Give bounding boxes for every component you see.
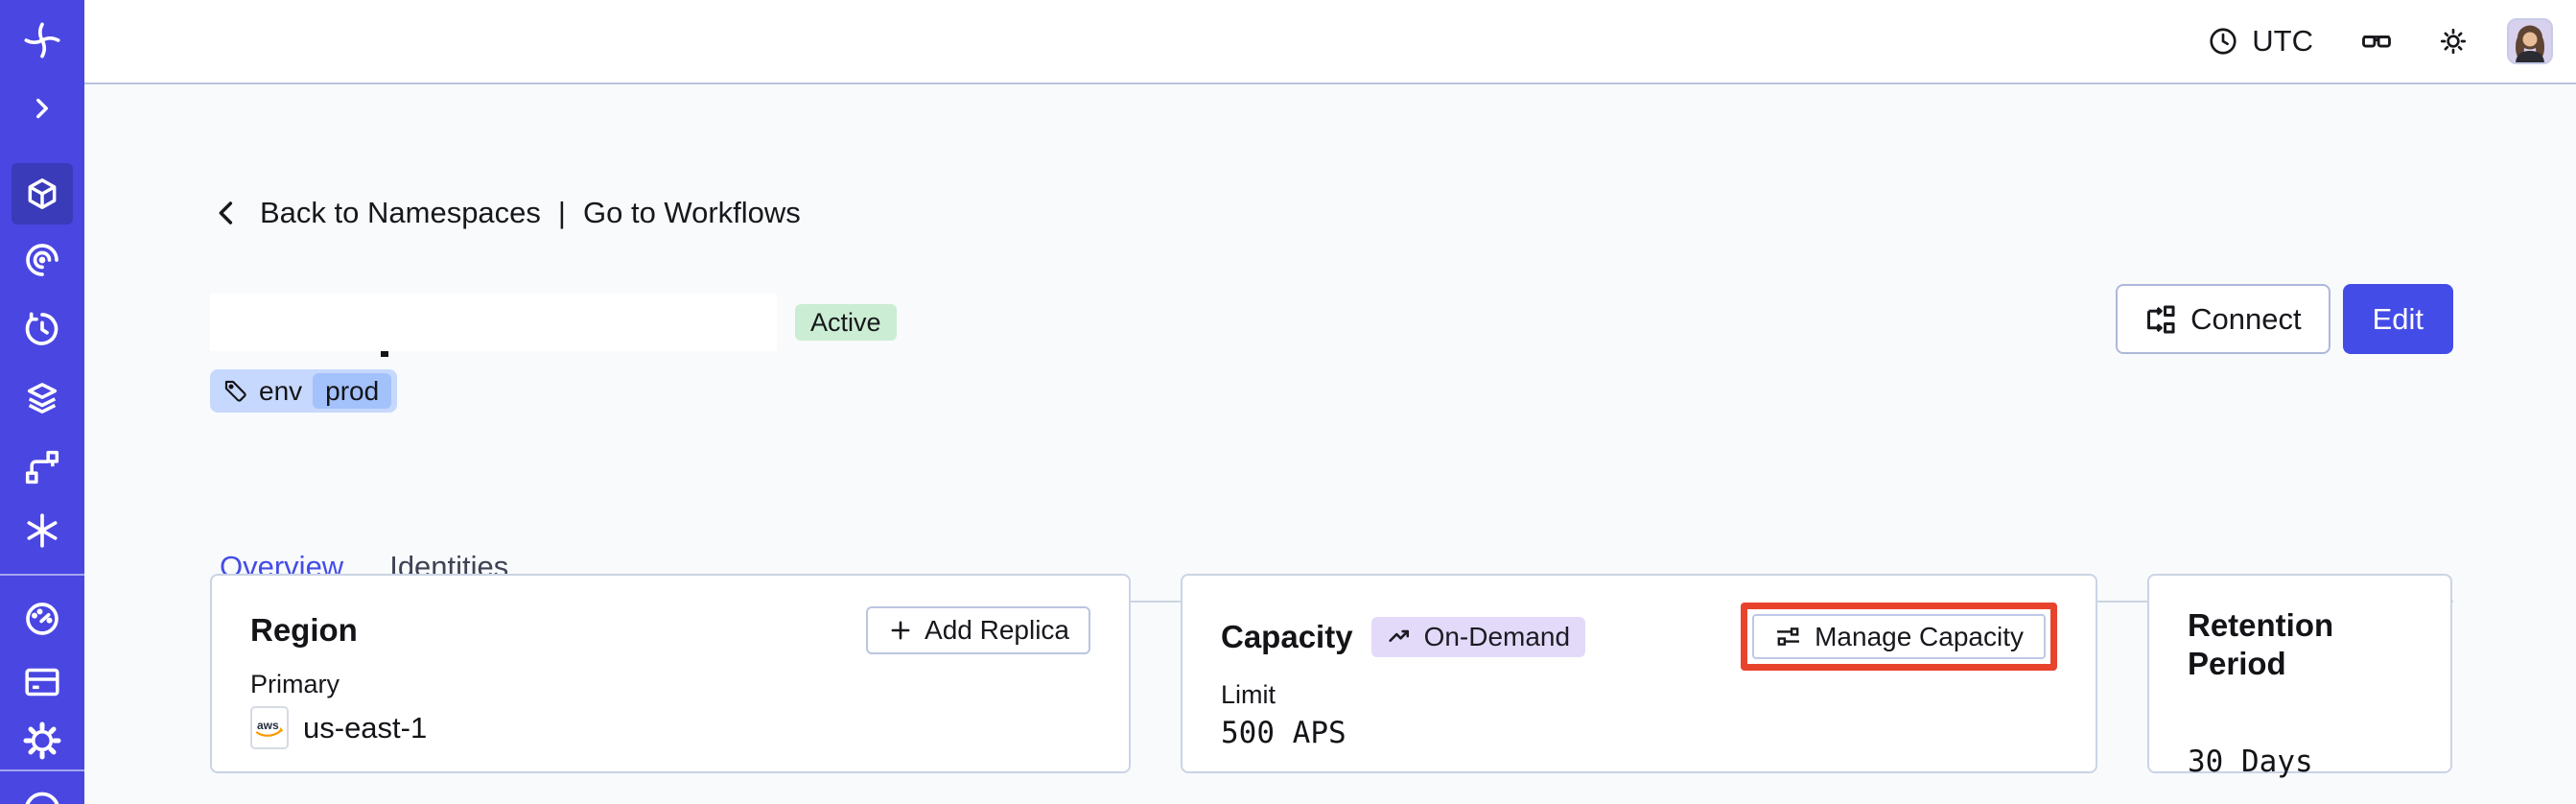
sidebar-item-namespaces[interactable]: [12, 163, 73, 225]
sidebar-item-batch-operations[interactable]: [0, 511, 84, 550]
expand-icon[interactable]: [0, 92, 84, 125]
aws-logo-text: aws: [257, 719, 279, 732]
clock-icon: [2210, 28, 2236, 55]
breadcrumb-back-link[interactable]: Back to Namespaces: [260, 196, 541, 230]
usage-icon: [26, 603, 59, 635]
batch-operations-icon: [27, 513, 58, 548]
edit-button[interactable]: Edit: [2342, 284, 2453, 354]
primary-label: Primary: [250, 670, 340, 698]
on-demand-badge: On-Demand: [1370, 616, 1586, 657]
connect-icon: [2147, 304, 2175, 334]
primary-region-row: aws us-east-1: [250, 706, 1090, 749]
namespace-title-row: Active: [210, 294, 897, 351]
manage-capacity-highlight: Manage Capacity: [1741, 603, 2057, 671]
labs-glasses-icon[interactable]: [2359, 24, 2394, 59]
sidebar-item-deployments[interactable]: [0, 379, 84, 417]
user-avatar[interactable]: [2507, 18, 2553, 64]
page-container: Back to Namespaces | Go to Workflows Act…: [210, 84, 2453, 804]
add-replica-label: Add Replica: [925, 615, 1069, 645]
breadcrumb-separator: |: [557, 196, 566, 229]
region-value: us-east-1: [303, 710, 428, 745]
sidebar: [0, 0, 84, 804]
top-bar: UTC: [84, 0, 2576, 84]
region-card: Region Add Replica Primary aws us-east-1: [210, 574, 1131, 773]
back-chevron-icon[interactable]: [212, 198, 243, 228]
schedules-icon: [25, 312, 59, 345]
sidebar-item-workflows[interactable]: [0, 241, 84, 279]
retention-card: Retention Period 30 Days: [2147, 574, 2452, 779]
sidebar-item-profile[interactable]: [0, 789, 84, 804]
retention-value: 30 Days: [2188, 745, 2313, 779]
manage-capacity-label: Manage Capacity: [1815, 621, 2024, 651]
tags-row: env prod: [210, 369, 398, 413]
sidebar-divider: [0, 769, 84, 771]
nexus-icon: [25, 450, 59, 485]
plus-icon: [891, 621, 910, 640]
profile-icon: [25, 792, 59, 804]
edit-button-label: Edit: [2372, 301, 2424, 336]
tag-chip-env-prod: env prod: [210, 369, 398, 413]
light-theme-icon[interactable]: [2438, 26, 2469, 57]
aws-provider-icon: aws: [250, 706, 289, 749]
sidebar-divider: [0, 574, 84, 576]
status-badge: Active: [795, 304, 897, 341]
sidebar-item-billing[interactable]: [0, 663, 84, 701]
add-replica-button[interactable]: Add Replica: [866, 606, 1090, 654]
tag-value: prod: [313, 373, 392, 409]
timezone-label: UTC: [2252, 24, 2313, 58]
billing-icon: [25, 668, 59, 697]
sidebar-item-nexus[interactable]: [0, 448, 84, 486]
main-content: Back to Namespaces | Go to Workflows Act…: [84, 84, 2576, 804]
breadcrumb-workflows-link[interactable]: Go to Workflows: [583, 196, 801, 230]
trending-up-icon: [1388, 629, 1409, 642]
namespace-title-redacted: [210, 294, 777, 351]
deployments-icon: [27, 383, 58, 414]
manage-capacity-button[interactable]: Manage Capacity: [1752, 614, 2046, 659]
namespace-actions: Connect Edit: [2116, 284, 2453, 354]
timezone-selector[interactable]: UTC: [2208, 24, 2313, 59]
namespaces-icon: [28, 178, 57, 209]
sidebar-item-settings[interactable]: [0, 721, 84, 760]
tag-key: env: [259, 375, 303, 406]
region-card-title: Region: [250, 612, 358, 648]
tag-icon: [224, 380, 246, 402]
capacity-card-title: Capacity: [1221, 618, 1353, 654]
connect-button[interactable]: Connect: [2116, 284, 2330, 354]
workflows-icon: [26, 244, 59, 276]
connect-button-label: Connect: [2190, 301, 2302, 336]
sliders-icon: [1777, 627, 1800, 646]
capacity-card: Capacity On-Demand Manage Capacity Limit…: [1181, 574, 2097, 773]
limit-label: Limit: [1221, 680, 1276, 709]
breadcrumb: Back to Namespaces | Go to Workflows: [212, 196, 801, 230]
sidebar-item-usage[interactable]: [0, 600, 84, 638]
overview-cards: Region Add Replica Primary aws us-east-1…: [210, 574, 2452, 779]
sidebar-item-schedules[interactable]: [0, 310, 84, 348]
settings-icon: [23, 721, 61, 760]
on-demand-badge-label: On-Demand: [1423, 621, 1571, 651]
limit-value: 500 APS: [1221, 716, 1347, 750]
retention-card-title: Retention Period: [2188, 607, 2334, 681]
temporal-logo-icon[interactable]: [0, 21, 84, 59]
